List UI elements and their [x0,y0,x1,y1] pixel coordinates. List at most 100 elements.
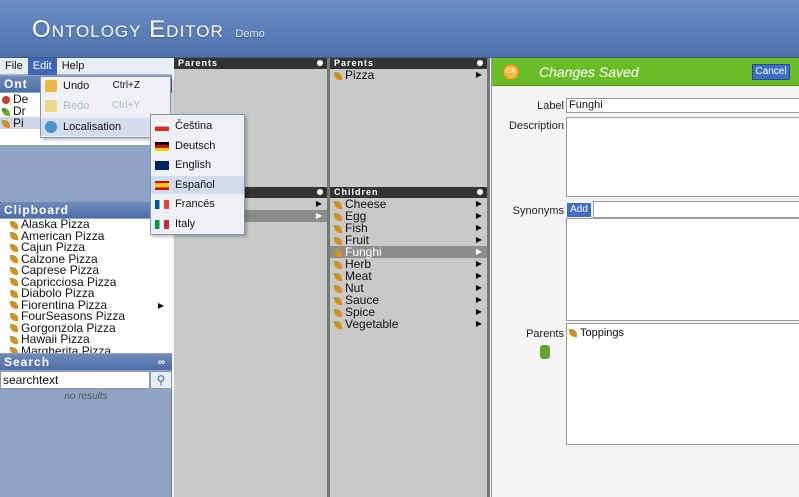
ontology-item-label: Dr [13,105,26,117]
description-input[interactable] [566,117,799,197]
ontologies-header-label: Ont [4,77,28,91]
language-item-label: Čeština [175,120,213,132]
collapse-icon[interactable]: ∞ [158,354,166,371]
leaf-icon [334,212,342,221]
menu-help[interactable]: Help [57,58,90,75]
leaf-icon [10,266,18,275]
app-title-text: Ontology Editor [32,16,224,43]
leaf-icon [10,255,18,264]
menu-undo[interactable]: Undo Ctrl+Z [41,77,170,95]
menu-edit[interactable]: Edit [27,57,57,75]
clipboard-header-label: Clipboard [4,203,69,217]
child-item-label: Vegetable [345,317,399,331]
leaf-icon [2,107,10,116]
menu-redo-label: Redo [63,100,90,112]
column-dot-icon [477,189,483,195]
menu-file[interactable]: File [0,58,28,75]
leaf-icon [334,236,342,245]
chevron-right-icon: ▶ [475,199,482,208]
status-text: Changes Saved [539,64,639,80]
leaf-icon [10,312,18,321]
leaf-icon [2,119,10,128]
status-bar: OK Changes Saved Cancel [492,58,799,86]
synonyms-list[interactable] [566,218,799,321]
flag-icon [155,200,169,209]
leaf-icon [10,335,18,344]
column-header-label: Parents [334,58,375,68]
leaf-icon [334,284,342,293]
chevron-right-icon: ▶ [315,199,322,208]
leaf-icon [10,220,18,229]
language-item-label: English [175,159,212,171]
language-item[interactable]: Francés [151,195,244,213]
leaf-icon [10,301,18,310]
search-input[interactable]: searchtext [0,371,150,389]
language-item[interactable]: Čeština [151,117,244,135]
flag-icon [155,122,169,131]
leaf-icon [334,200,342,209]
language-item[interactable]: Italy [151,215,244,233]
menu-redo-shortcut: Ctrl+Y [111,100,140,111]
globe-icon [45,121,57,133]
app-header: Ontology Editor Demo [0,0,799,58]
leaf-icon [10,243,18,252]
language-item-label: Deutsch [175,139,216,152]
cancel-button[interactable]: Cancel [752,64,790,80]
clipboard-header[interactable]: Clipboard [0,201,172,218]
search-header[interactable]: Search ∞ [0,353,172,370]
flag-icon [155,180,169,190]
flag-icon [155,219,169,229]
ontology-item-label: De [13,93,29,105]
localisation-submenu: Čeština Deutsch English Español Francés Italy [150,114,245,235]
chevron-right-icon: ▶ [475,235,482,244]
add-synonym-button[interactable]: Add [567,203,591,217]
leaf-icon [10,232,18,241]
synonym-input[interactable] [593,201,799,218]
leaf-icon [334,71,342,80]
menu-bar: File Edit Help [0,57,172,75]
leaf-icon [334,272,342,281]
children-column: Parents Pizza ▶ Children Cheese ▶ Egg ▶ Fish ▶… [330,58,487,497]
chevron-right-icon: ▶ [475,259,482,268]
column-divider[interactable] [487,58,490,497]
language-item-label: Español [175,178,215,191]
menu-localisation-label: Localisation [63,121,122,133]
menu-redo: Redo Ctrl+Y [41,97,170,115]
app-title: Ontology Editor Demo [32,16,265,44]
column-row[interactable]: Pizza ▶ [330,69,487,81]
parent-item-label[interactable]: Toppings [580,327,624,339]
menu-undo-shortcut: Ctrl+Z [112,80,141,91]
chevron-right-icon: ▶ [475,223,482,232]
language-item[interactable]: Deutsch [151,137,244,155]
parents-list[interactable]: Toppings [566,323,799,445]
search-header-label: Search [4,355,51,369]
app-subtitle: Demo [235,28,265,40]
chevron-right-icon: ▶ [475,70,482,79]
leaf-icon [334,320,342,329]
redo-icon [45,100,57,112]
leaf-icon [10,324,18,333]
description-field-label: Description [508,120,564,132]
search-icon[interactable]: ⚲ [150,371,172,389]
chevron-right-icon: ▶ [475,283,482,292]
language-item[interactable]: Español [151,175,244,194]
chevron-right-icon: ▶ [475,319,482,328]
ontology-item-label: Pi [13,117,24,129]
label-input[interactable]: Funghi [566,98,799,113]
language-item[interactable]: English [151,156,244,174]
child-item[interactable]: Vegetable ▶ [330,318,487,330]
flag-icon [155,161,169,170]
leaf-icon [334,260,342,269]
chevron-right-icon: ▶ [475,307,482,316]
flag-icon [155,141,169,151]
leaf-icon [334,296,342,305]
menu-undo-label: Undo [63,80,90,92]
column-row-label: Pizza [345,68,375,82]
column-dot-icon [317,189,323,195]
parent-add-icon[interactable] [540,345,550,359]
chevron-right-icon: ▶ [475,211,482,220]
delete-icon [2,95,10,104]
column-dot-icon [477,60,483,66]
parents-field-label: Parents [526,328,564,340]
column-header: Parents [174,58,327,69]
